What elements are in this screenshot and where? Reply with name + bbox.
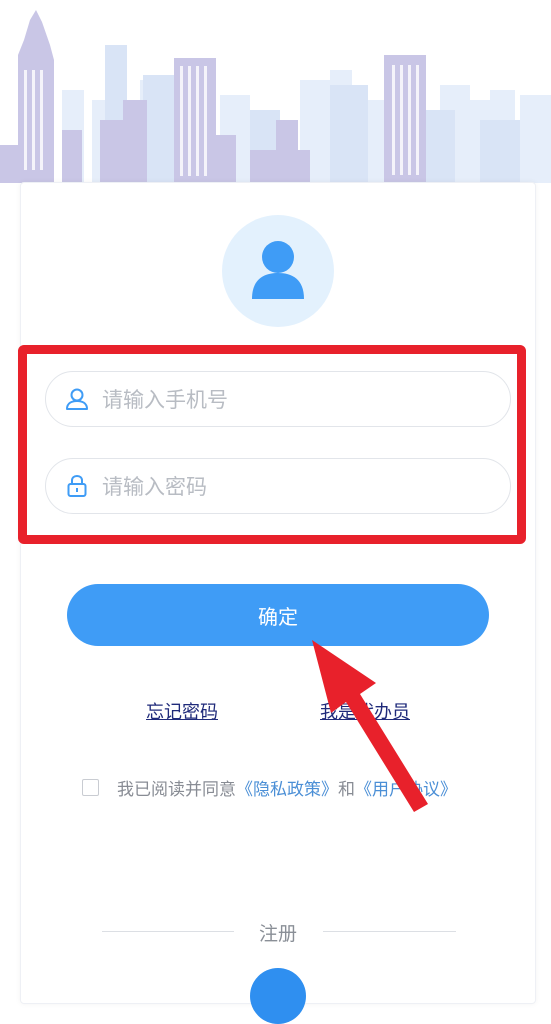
skyline-banner bbox=[0, 0, 551, 190]
agreement-prefix: 我已阅读并同意 bbox=[117, 779, 236, 800]
user-avatar-icon bbox=[252, 241, 304, 299]
forgot-password-link[interactable]: 忘记密码 bbox=[146, 698, 218, 724]
divider-left bbox=[102, 931, 234, 932]
privacy-policy-link[interactable]: 《隐私政策》 bbox=[236, 775, 338, 800]
confirm-button[interactable]: 确定 bbox=[67, 584, 489, 646]
divider-right bbox=[323, 931, 456, 932]
agent-link[interactable]: 我是代办员 bbox=[320, 698, 410, 724]
annotation-highlight-box bbox=[18, 345, 526, 544]
register-label: 注册 bbox=[258, 923, 297, 945]
agree-checkbox[interactable] bbox=[82, 778, 99, 796]
user-agreement-link[interactable]: 《用户协议》 bbox=[355, 775, 457, 800]
agreement-row: 我已阅读并同意 《隐私政策》 和 《用户协议》 bbox=[82, 775, 457, 800]
register-button[interactable] bbox=[250, 968, 306, 1024]
agreement-and: 和 bbox=[338, 779, 355, 800]
avatar bbox=[222, 215, 334, 327]
